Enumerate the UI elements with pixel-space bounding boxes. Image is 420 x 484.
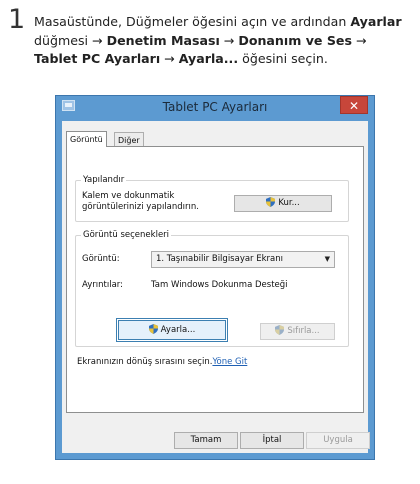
calibrate-button-label: Ayarla...: [160, 325, 196, 335]
dialog-client-area: Görüntü Diğer Yapılandır Kalem ve dokunm…: [62, 121, 370, 453]
display-label: Görüntü:: [82, 254, 120, 264]
details-value: Tam Windows Dokunma Desteği: [151, 280, 288, 290]
rotation-row: Ekranınızın dönüş sırasını seçin.Yöne Gi…: [77, 357, 247, 367]
go-to-orientation-link[interactable]: Yöne Git: [212, 357, 247, 367]
ok-button[interactable]: Tamam: [174, 432, 238, 449]
details-label: Ayrıntılar:: [82, 280, 123, 290]
chevron-down-icon: ▼: [324, 255, 330, 263]
display-select-value: 1. Taşınabilir Bilgisayar Ekranı: [156, 254, 283, 264]
instruction-part: öğesini seçin.: [238, 51, 328, 66]
uac-shield-icon: [266, 197, 276, 207]
configure-description: Kalem ve dokunmatik görüntülerinizi yapı…: [82, 191, 199, 212]
setup-button[interactable]: Kur...: [234, 195, 332, 212]
display-options-group: Görüntü seçenekleri Görüntü: 1. Taşınabi…: [75, 230, 349, 347]
title-bar[interactable]: Tablet PC Ayarları ✕: [56, 96, 374, 120]
apply-button[interactable]: Uygula: [306, 432, 370, 449]
instruction-part: Masaüstünde, Düğmeler öğesini açın ve ar…: [34, 14, 351, 29]
reset-button-label: Sıfırla...: [287, 326, 320, 336]
step-number: 1: [8, 4, 26, 35]
cancel-button[interactable]: İptal: [240, 432, 304, 449]
instruction-part: →: [351, 32, 367, 48]
uac-shield-icon: [148, 324, 158, 334]
display-options-legend: Görüntü seçenekleri: [81, 230, 172, 241]
instruction-part: →: [160, 51, 179, 66]
rotation-text: Ekranınızın dönüş sırasını seçin.: [77, 357, 213, 367]
instruction-part: düğmesi →: [34, 32, 107, 48]
reset-button[interactable]: Sıfırla...: [260, 323, 335, 340]
instruction-text: Masaüstünde, Düğmeler öğesini açın ve ar…: [34, 13, 409, 69]
instruction-bold: Tablet PC Ayarları: [34, 51, 161, 66]
tablet-pc-settings-window: Tablet PC Ayarları ✕ Görüntü Diğer Yapıl…: [55, 95, 375, 460]
instruction-bold: Ayarlar: [350, 14, 402, 29]
instruction-bold: Ayarla...: [178, 51, 239, 66]
calibrate-button[interactable]: Ayarla...: [118, 320, 226, 340]
close-button[interactable]: ✕: [340, 96, 368, 114]
close-icon: ✕: [348, 99, 360, 113]
setup-button-label: Kur...: [278, 198, 300, 208]
uac-shield-icon: [275, 325, 285, 335]
tab-panel: Yapılandır Kalem ve dokunmatik görüntüle…: [66, 146, 364, 413]
tab-other[interactable]: Diğer: [114, 132, 144, 146]
window-title: Tablet PC Ayarları: [162, 100, 268, 114]
configure-group-legend: Yapılandır: [81, 175, 127, 186]
display-select[interactable]: 1. Taşınabilir Bilgisayar Ekranı ▼: [151, 251, 335, 268]
configure-group: Yapılandır Kalem ve dokunmatik görüntüle…: [75, 175, 349, 222]
instruction-bold: Denetim Masası: [106, 32, 220, 48]
instruction-part: →: [219, 32, 239, 48]
instruction-bold: Donanım ve Ses: [238, 32, 352, 48]
tab-display[interactable]: Görüntü: [66, 131, 107, 147]
